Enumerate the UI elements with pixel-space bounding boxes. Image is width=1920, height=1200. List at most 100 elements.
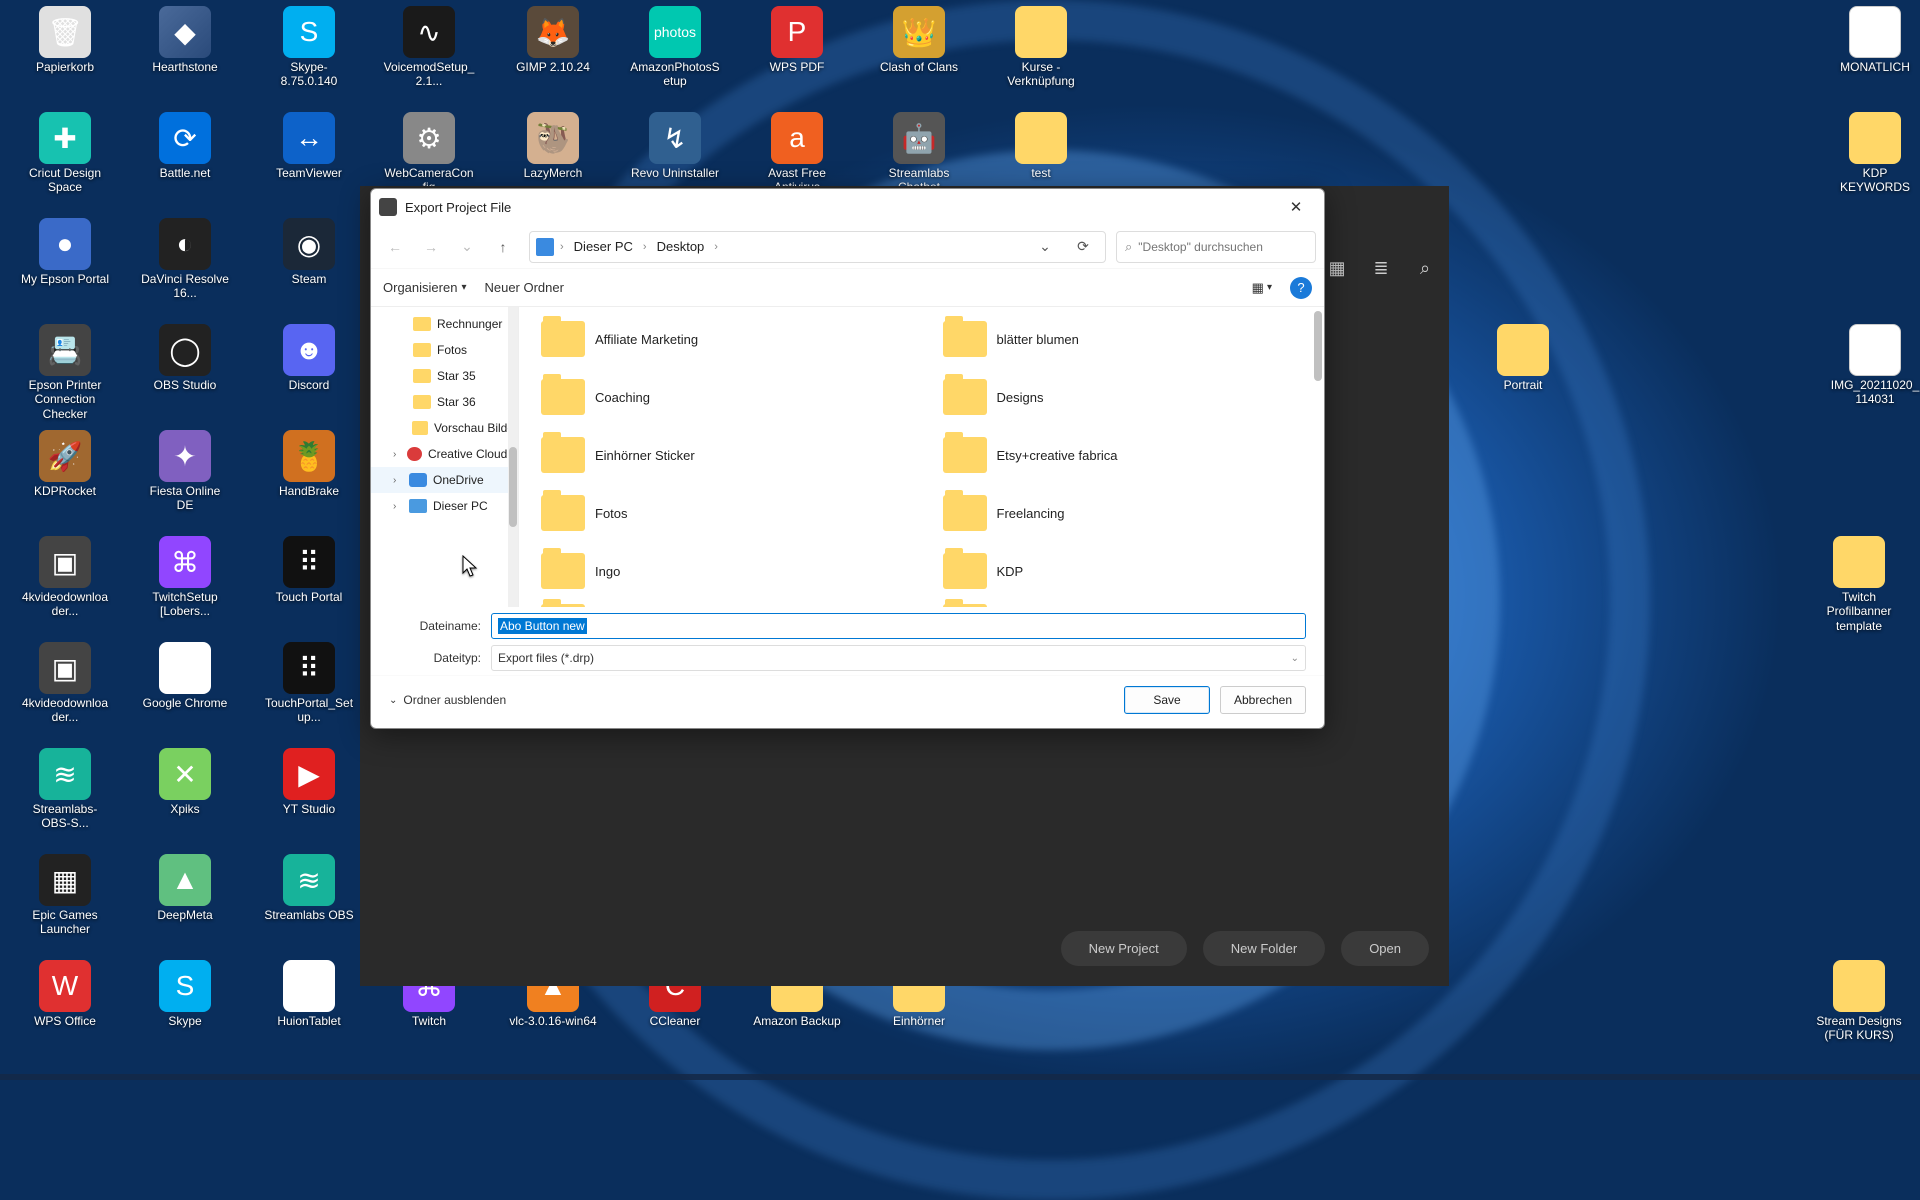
search-input[interactable]: ⌕ (1116, 231, 1316, 263)
tree-node[interactable]: Vorschau Bilder (371, 415, 518, 441)
tree-scrollbar[interactable] (508, 307, 518, 607)
folder-item[interactable]: Fotos (535, 487, 907, 539)
desktop-icon[interactable]: ⠿Touch Portal (264, 536, 354, 604)
desktop-icon[interactable]: ☻Discord (264, 324, 354, 392)
folder-item[interactable]: blätter blumen (937, 313, 1309, 365)
tree-node[interactable]: ›Dieser PC (371, 493, 518, 519)
desktop-icon[interactable]: Portrait (1478, 324, 1568, 392)
organize-menu[interactable]: Organisieren▾ (383, 280, 466, 295)
folder-item[interactable]: Affiliate Marketing (535, 313, 907, 365)
desktop-icon[interactable]: Stream Designs (FÜR KURS) (1814, 960, 1904, 1043)
breadcrumb-segment[interactable]: Desktop (653, 237, 709, 256)
desktop-icon[interactable]: aAvast Free Antivirus (752, 112, 842, 195)
desktop-icon[interactable]: 🦊GIMP 2.10.24 (508, 6, 598, 74)
cancel-button[interactable]: Abbrechen (1220, 686, 1306, 714)
folder-item[interactable]: Coaching (535, 371, 907, 423)
desktop-icon[interactable]: ✎HuionTablet (264, 960, 354, 1028)
desktop-icon[interactable]: ↔TeamViewer (264, 112, 354, 180)
desktop-icon[interactable]: ▲DeepMeta (140, 854, 230, 922)
folder-item[interactable]: Freelancing (937, 487, 1309, 539)
desktop-icon[interactable]: 🤖Streamlabs Chatbot (874, 112, 964, 195)
refresh-button[interactable]: ⟳ (1067, 231, 1099, 263)
desktop-icon[interactable]: ⌘TwitchSetup [Lobers... (140, 536, 230, 619)
hide-folders-toggle[interactable]: ⌄ Ordner ausblenden (389, 693, 506, 707)
new-folder-command[interactable]: Neuer Ordner (484, 280, 563, 295)
tree-node[interactable]: Star 35 (371, 363, 518, 389)
tree-node[interactable]: ›Creative Cloud F (371, 441, 518, 467)
folder-item[interactable]: Designs (937, 371, 1309, 423)
list-view-icon[interactable]: ≣ (1369, 256, 1393, 280)
help-button[interactable]: ? (1290, 277, 1312, 299)
tree-node[interactable]: Rechnunger (371, 311, 518, 337)
filename-input[interactable]: Abo Button new (491, 613, 1306, 639)
desktop-icon[interactable]: Kurse - Verknüpfung (996, 6, 1086, 89)
desktop-icon[interactable]: ⠿TouchPortal_Setup... (264, 642, 354, 725)
desktop-icon[interactable]: photosAmazonPhotosSetup (630, 6, 720, 89)
folder-item[interactable]: Einhörner Sticker (535, 429, 907, 481)
desktop-icon[interactable]: ◒IMG_20211020_114031 (1830, 324, 1920, 407)
tree-node[interactable]: ›OneDrive (371, 467, 518, 493)
desktop-icon[interactable]: KDP KEYWORDS (1830, 112, 1920, 195)
desktop-icon[interactable]: ◉Google Chrome (140, 642, 230, 710)
desktop-icon[interactable]: Twitch Profilbanner template (1814, 536, 1904, 633)
desktop-icon[interactable]: PWPS PDF (752, 6, 842, 74)
desktop-icon[interactable]: ⚙WebCameraConfig (384, 112, 474, 195)
desktop-icon[interactable]: ▣4kvideodownloader... (20, 642, 110, 725)
view-options-button[interactable]: ▦▾ (1252, 280, 1272, 296)
desktop-icon[interactable]: ◉Steam (264, 218, 354, 286)
desktop-icon[interactable]: ≡MONATLICH (1830, 6, 1920, 74)
files-scrollbar[interactable] (1314, 311, 1322, 603)
folder-item[interactable]: Ingo (535, 545, 907, 597)
desktop-icon[interactable]: ◐DaVinci Resolve 16... (140, 218, 230, 301)
file-list[interactable]: Affiliate Marketing blätter blumen Coachin… (519, 307, 1324, 607)
desktop-icon[interactable]: ▣4kvideodownloader... (20, 536, 110, 619)
open-button[interactable]: Open (1341, 931, 1429, 966)
desktop-icon[interactable]: ∿VoicemodSetup_2.1... (384, 6, 474, 89)
desktop-icon[interactable]: ●My Epson Portal (20, 218, 110, 286)
desktop-icon[interactable]: ▦Epic Games Launcher (20, 854, 110, 937)
filetype-select[interactable]: Export files (*.drp)⌄ (491, 645, 1306, 671)
nav-forward-button[interactable]: → (415, 231, 447, 263)
desktop-icon[interactable]: ▶YT Studio (264, 748, 354, 816)
nav-back-button[interactable]: ← (379, 231, 411, 263)
nav-recent-button[interactable]: ⌄ (451, 231, 483, 263)
nav-up-button[interactable]: ↑ (487, 231, 519, 263)
breadcrumb-segment[interactable]: Dieser PC (570, 237, 637, 256)
save-button[interactable]: Save (1124, 686, 1210, 714)
desktop-icon[interactable]: SSkype-8.75.0.140 (264, 6, 354, 89)
desktop-icon[interactable]: ✚Cricut Design Space (20, 112, 110, 195)
taskbar[interactable] (0, 1074, 1920, 1080)
desktop-icon[interactable]: ↯Revo Uninstaller (630, 112, 720, 180)
desktop-icon[interactable]: SSkype (140, 960, 230, 1028)
desktop-icon[interactable]: ◆Hearthstone (140, 6, 230, 74)
breadcrumb-dropdown-button[interactable]: ⌄ (1029, 231, 1061, 263)
folder-item[interactable]: KDP (937, 545, 1309, 597)
desktop-icon[interactable]: 🗑Papierkorb (20, 6, 110, 74)
folder-item[interactable]: Etsy+creative fabrica (937, 429, 1309, 481)
folder-tree[interactable]: RechnungerFotosStar 35Star 36Vorschau Bi… (371, 307, 519, 607)
desktop-icon[interactable]: ✕Xpiks (140, 748, 230, 816)
desktop-icon[interactable]: WWPS Office (20, 960, 110, 1028)
search-field[interactable] (1138, 240, 1307, 254)
dialog-titlebar[interactable]: Export Project File ✕ (371, 189, 1324, 225)
desktop-icon[interactable]: ✦Fiesta Online DE (140, 430, 230, 513)
desktop-icon[interactable]: ≋Streamlabs-OBS-S... (20, 748, 110, 831)
desktop-icon[interactable]: 👑Clash of Clans (874, 6, 964, 74)
desktop-icon[interactable]: 🍍HandBrake (264, 430, 354, 498)
desktop-icon[interactable]: ⟳Battle.net (140, 112, 230, 180)
grid-view-icon[interactable]: ▦ (1325, 256, 1349, 280)
desktop-icon[interactable]: ≋Streamlabs OBS (264, 854, 354, 922)
tree-node[interactable]: Fotos (371, 337, 518, 363)
tree-node[interactable]: Star 36 (371, 389, 518, 415)
desktop-icon[interactable]: 🚀KDPRocket (20, 430, 110, 498)
desktop-icon[interactable]: ◯OBS Studio (140, 324, 230, 392)
new-project-button[interactable]: New Project (1061, 931, 1187, 966)
desktop-icon[interactable]: 🦥LazyMerch (508, 112, 598, 180)
folder-item[interactable] (937, 603, 1309, 607)
new-folder-button[interactable]: New Folder (1203, 931, 1325, 966)
search-icon[interactable]: ⌕ (1413, 256, 1437, 280)
breadcrumb[interactable]: › Dieser PC › Desktop › ⌄ ⟳ (529, 231, 1106, 263)
close-button[interactable]: ✕ (1276, 193, 1316, 221)
folder-item[interactable] (535, 603, 907, 607)
desktop-icon[interactable]: 📇Epson Printer Connection Checker (20, 324, 110, 421)
